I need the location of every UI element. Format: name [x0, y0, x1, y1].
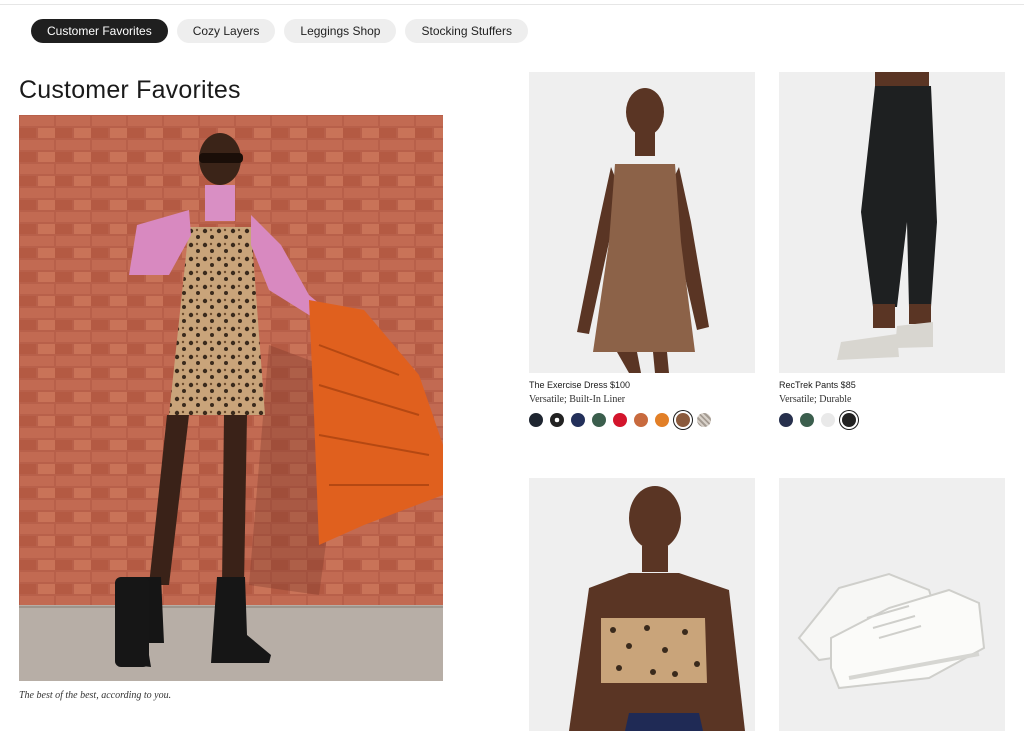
swatch-7[interactable]: [655, 413, 669, 427]
swatch-4[interactable]: [592, 413, 606, 427]
top-divider: [0, 4, 1024, 5]
product-description: Versatile; Durable: [779, 394, 852, 405]
product-image-sports-bra[interactable]: [529, 478, 755, 731]
page-title: Customer Favorites: [19, 76, 241, 104]
color-swatches: [529, 411, 711, 429]
swatch-1[interactable]: [529, 413, 543, 427]
product-name[interactable]: The Exercise Dress $100: [529, 380, 630, 390]
swatch-6[interactable]: [634, 413, 648, 427]
swatch-5[interactable]: [613, 413, 627, 427]
swatch-3[interactable]: [821, 413, 835, 427]
swatch-1[interactable]: [779, 413, 793, 427]
product-image-exercise-dress[interactable]: [529, 72, 755, 373]
color-swatches: [779, 411, 856, 429]
tab-leggings-shop[interactable]: Leggings Shop: [284, 19, 397, 43]
hero-caption: The best of the best, according to you.: [19, 690, 172, 701]
product-name[interactable]: RecTrek Pants $85: [779, 380, 856, 390]
tab-stocking-stuffers[interactable]: Stocking Stuffers: [405, 19, 528, 43]
category-tabs: Customer Favorites Cozy Layers Leggings …: [31, 19, 528, 43]
swatch-2[interactable]: [550, 413, 564, 427]
product-description: Versatile; Built-In Liner: [529, 394, 626, 405]
swatch-2[interactable]: [800, 413, 814, 427]
swatch-8-selected[interactable]: [676, 413, 690, 427]
swatch-3[interactable]: [571, 413, 585, 427]
swatch-4-selected[interactable]: [842, 413, 856, 427]
product-image-rectrek-pants[interactable]: [779, 72, 1005, 373]
swatch-9[interactable]: [697, 413, 711, 427]
tab-customer-favorites[interactable]: Customer Favorites: [31, 19, 168, 43]
hero-image[interactable]: [19, 115, 443, 681]
tab-cozy-layers[interactable]: Cozy Layers: [176, 19, 276, 43]
product-image-sneakers[interactable]: [779, 478, 1005, 731]
